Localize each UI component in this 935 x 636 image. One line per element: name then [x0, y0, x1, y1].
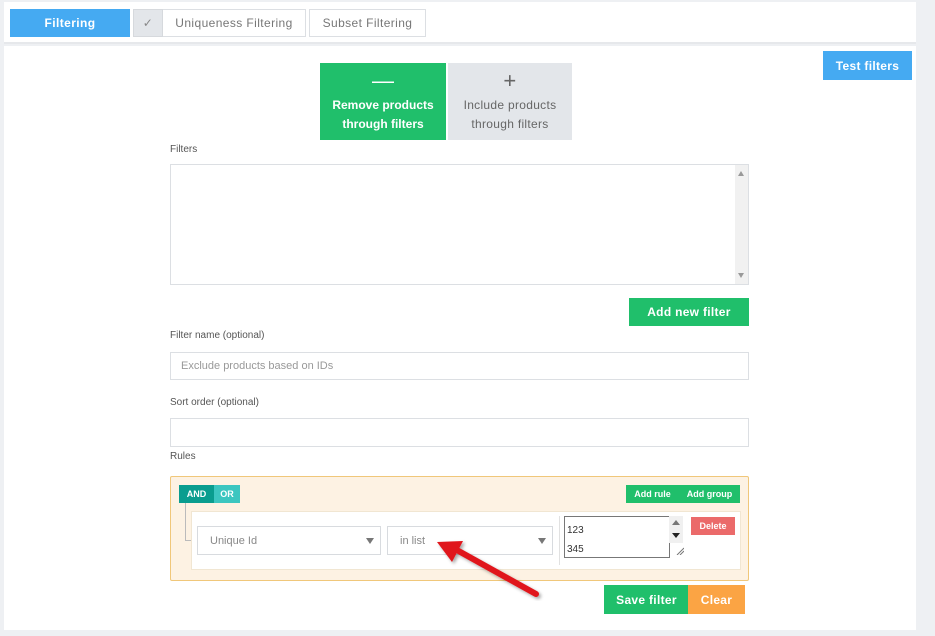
spinner-down-icon[interactable]	[672, 533, 680, 538]
annotation-arrow-icon	[437, 541, 539, 597]
or-button[interactable]: OR	[214, 485, 240, 503]
value-spinner[interactable]	[669, 516, 683, 543]
rule-operator-value: in list	[400, 534, 426, 547]
rule-field-value: Unique Id	[210, 534, 258, 547]
rule-value-line: 123	[567, 525, 584, 536]
condition-toggle: AND OR	[179, 485, 240, 503]
add-rule-button[interactable]: Add rule	[626, 485, 679, 503]
remove-products-toggle[interactable]: — Remove products through filters	[320, 63, 446, 140]
add-new-filter-button[interactable]: Add new filter	[629, 298, 749, 326]
filter-name-field	[170, 352, 749, 380]
minus-icon: —	[372, 67, 394, 93]
filter-name-input[interactable]	[171, 353, 748, 379]
save-filter-button[interactable]: Save filter	[604, 585, 689, 614]
include-products-toggle[interactable]: + Include products through filters	[448, 63, 572, 140]
tab-filtering[interactable]: Filtering	[10, 9, 130, 37]
scroll-down-icon[interactable]	[738, 273, 744, 278]
tab-subset-filtering[interactable]: Subset Filtering	[309, 9, 426, 37]
rule-divider	[559, 516, 560, 565]
sort-order-input[interactable]	[171, 419, 748, 446]
plus-icon: +	[503, 67, 517, 93]
rule-value-line: 345	[567, 544, 584, 555]
scroll-up-icon[interactable]	[738, 171, 744, 176]
check-icon[interactable]: ✓	[133, 9, 163, 37]
filter-name-label: Filter name (optional)	[170, 330, 265, 341]
rules-label: Rules	[170, 451, 196, 462]
remove-label-line-1: Remove products	[332, 97, 434, 112]
sort-order-field	[170, 418, 749, 447]
rule-value-textarea[interactable]: 123 345	[564, 516, 670, 558]
test-filters-button[interactable]: Test filters	[823, 51, 912, 80]
rule-field-select[interactable]: Unique Id	[197, 526, 381, 555]
filters-list[interactable]	[170, 164, 749, 285]
delete-rule-button[interactable]: Delete	[691, 517, 735, 535]
dropdown-caret-icon	[366, 538, 374, 544]
spinner-up-icon[interactable]	[672, 520, 680, 525]
filters-scrollbar[interactable]	[735, 165, 748, 284]
include-label-line-1: Include products	[463, 97, 557, 112]
resize-grip-icon[interactable]	[676, 547, 684, 555]
and-button[interactable]: AND	[179, 485, 214, 503]
filters-label: Filters	[170, 144, 198, 155]
remove-label-line-2: through filters	[342, 116, 424, 131]
sort-order-label: Sort order (optional)	[170, 397, 259, 408]
tab-uniqueness-filtering[interactable]: Uniqueness Filtering	[163, 9, 306, 37]
include-label-line-2: through filters	[471, 116, 549, 131]
clear-button[interactable]: Clear	[688, 585, 745, 614]
add-group-button[interactable]: Add group	[679, 485, 740, 503]
tab-bar: Filtering ✓ Uniqueness Filtering Subset …	[4, 2, 916, 44]
